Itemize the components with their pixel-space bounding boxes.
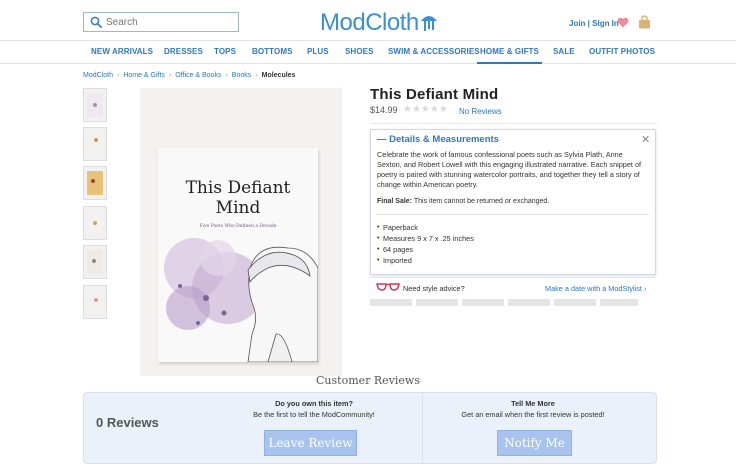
nav-shoes[interactable]: SHOES (345, 41, 374, 64)
book-title: This Defiant Mind (158, 178, 318, 218)
product-title: This Defiant Mind (370, 86, 499, 103)
spec-item: 64 pages (377, 244, 474, 255)
breadcrumb: ModCloth › Home & Gifts › Office & Books › Boo… (83, 72, 295, 79)
tell-me-more-subtext: Get an email when the first review is po… (461, 410, 605, 419)
thumbnail-page-image (87, 290, 103, 314)
spec-list: Paperback Measures 9 x 7 x .25 inches 64… (377, 222, 474, 266)
no-reviews-link[interactable]: No Reviews (459, 107, 502, 116)
book-title-line: This Defiant (185, 178, 291, 198)
final-sale-text: This item cannot be returned or exchange… (413, 198, 550, 205)
customer-reviews-heading: Customer Reviews (316, 374, 420, 387)
final-sale-label: Final Sale: (377, 198, 413, 205)
leave-review-column: Do you own this item? Be the first to te… (224, 399, 404, 419)
product-thumbnail[interactable] (83, 245, 107, 279)
product-description: Celebrate the work of famous confessiona… (377, 150, 642, 189)
breadcrumb-separator: › (255, 72, 258, 79)
join-sign-in-link[interactable]: Join | Sign In (569, 19, 619, 28)
breadcrumb-separator: › (225, 72, 228, 79)
search-box[interactable] (83, 12, 239, 32)
background-button (508, 299, 550, 306)
own-item-subtext: Be the first to tell the ModCommunity! (253, 410, 375, 419)
product-thumbnail[interactable] (83, 127, 107, 161)
final-sale-notice: Final Sale: This item cannot be returned… (377, 198, 647, 205)
background-button (600, 299, 638, 306)
book-subtitle: Five Poets Who Defined a Decade (199, 224, 277, 229)
nav-home-gifts[interactable]: HOME & GIFTS (477, 41, 542, 64)
book-cover: This Defiant Mind Five Poets Who Defined… (158, 148, 318, 362)
thumbnail-page-image (87, 132, 103, 156)
leave-review-button[interactable]: Leave Review (264, 430, 357, 456)
tell-me-more-title: Tell Me More (511, 399, 555, 408)
spec-item: Measures 9 x 7 x .25 inches (377, 233, 474, 244)
modcloth-logo[interactable]: ModCloth (320, 7, 439, 37)
nav-dresses[interactable]: DRESSES (164, 41, 203, 64)
thumbnail-accent (91, 179, 95, 183)
product-thumbnail[interactable] (83, 285, 107, 319)
product-thumbnail[interactable] (83, 166, 107, 200)
nav-plus[interactable]: PLUS (307, 41, 329, 64)
details-divider (377, 214, 649, 215)
thumbnail-accent (93, 221, 97, 225)
site-header: ModCloth Join | Sign In (0, 0, 736, 40)
background-button (554, 299, 596, 306)
notify-me-button[interactable]: Notify Me (497, 430, 572, 456)
thumbnail-page-image (87, 171, 103, 195)
customer-reviews-box: 0 Reviews Do you own this item? Be the f… (83, 392, 657, 464)
breadcrumb-separator: › (168, 72, 172, 79)
nav-tops[interactable]: TOPS (214, 41, 236, 64)
details-header[interactable]: — Details & Measurements (377, 134, 499, 145)
product-thumbnail[interactable] (83, 206, 107, 240)
close-icon[interactable]: ✕ (641, 135, 650, 146)
breadcrumb-office-books[interactable]: Office & Books (175, 72, 221, 79)
rating-stars: ★★★★★ (403, 104, 448, 115)
nav-bottoms[interactable]: BOTTOMS (252, 41, 293, 64)
breadcrumb-books[interactable]: Books (232, 72, 251, 79)
search-icon[interactable] (90, 16, 102, 28)
breadcrumb-separator: › (116, 72, 120, 79)
notify-column: Tell Me More Get an email when the first… (438, 399, 628, 419)
background-button (462, 299, 504, 306)
heart-icon[interactable] (617, 17, 629, 28)
thumbnail-accent (94, 298, 98, 302)
breadcrumb-modcloth[interactable]: ModCloth (83, 72, 113, 79)
style-advice-row: Need style advice? Make a date with a Mo… (370, 277, 656, 297)
breadcrumb-current: Molecules (261, 72, 296, 79)
collapse-icon[interactable]: — (377, 134, 387, 145)
logo-hat-icon (420, 16, 437, 31)
details-measurements-panel: — Details & Measurements ✕ Celebrate the… (370, 129, 656, 275)
section-divider (370, 123, 657, 127)
background-button (416, 299, 458, 306)
own-item-question: Do you own this item? (275, 399, 353, 408)
nav-sale[interactable]: SALE (553, 41, 575, 64)
nav-outfit-photos[interactable]: OUTFIT PHOTOS (589, 41, 655, 64)
background-button (370, 299, 412, 306)
product-thumbnail[interactable] (83, 88, 107, 122)
nav-new-arrivals[interactable]: NEW ARRIVALS (91, 41, 153, 64)
thumbnail-accent (94, 138, 98, 142)
main-nav: NEW ARRIVALS DRESSES TOPS BOTTOMS PLUS S… (0, 40, 736, 64)
details-title: Details & Measurements (389, 134, 499, 145)
product-price: $14.99 (370, 105, 398, 115)
modstylist-link[interactable]: Make a date with a ModStylist › (545, 284, 646, 293)
reviews-count: 0 Reviews (96, 415, 159, 430)
search-input[interactable] (106, 14, 234, 30)
thumbnail-accent (92, 259, 96, 263)
style-advice-text: Need style advice? (403, 284, 465, 293)
product-main-image[interactable]: This Defiant Mind Five Poets Who Defined… (140, 88, 342, 376)
column-divider (422, 393, 423, 463)
nav-swim-accessories[interactable]: SWIM & ACCESSORIES (388, 41, 480, 64)
glasses-icon (376, 283, 400, 291)
breadcrumb-home-gifts[interactable]: Home & Gifts (123, 72, 165, 79)
spec-item: Paperback (377, 222, 474, 233)
book-title-line: Mind (215, 198, 261, 218)
shopping-bag-icon[interactable] (638, 15, 651, 29)
thumbnail-accent (93, 103, 97, 107)
logo-text: ModCloth (320, 9, 419, 36)
spec-item: Imported (377, 255, 474, 266)
